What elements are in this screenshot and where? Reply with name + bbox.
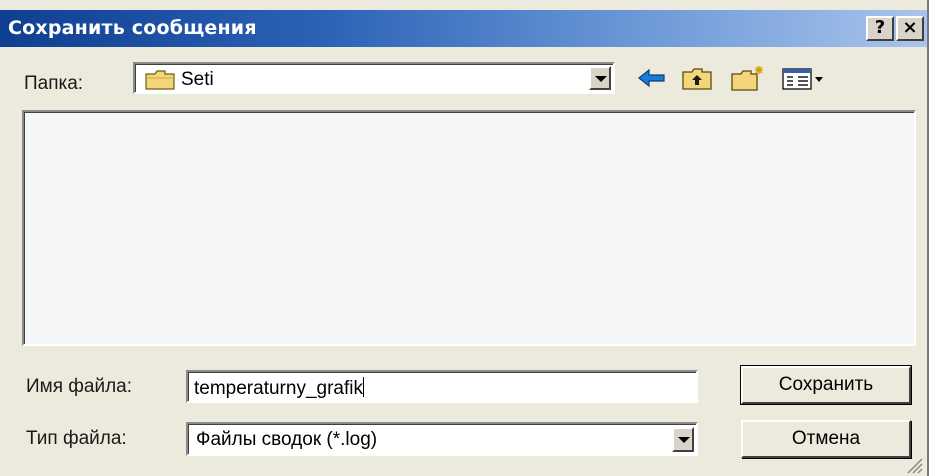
filetype-label: Тип файла: [26, 428, 127, 449]
cancel-button[interactable]: Отмена [741, 420, 911, 458]
current-folder-name: Seti [181, 69, 214, 90]
chevron-down-icon[interactable] [672, 427, 694, 452]
up-one-level-icon[interactable] [681, 64, 713, 92]
save-button[interactable]: Сохранить [740, 365, 912, 405]
filetype-value: Файлы сводок (*.log) [196, 429, 378, 450]
filename-label: Имя файла: [26, 376, 133, 397]
new-folder-icon[interactable] [730, 64, 766, 92]
filename-input[interactable]: temperaturny_grafik [186, 370, 698, 403]
close-button[interactable]: × [896, 16, 924, 41]
folder-icon [145, 70, 175, 90]
dialog-title: Сохранить сообщения [8, 17, 257, 39]
folder-dropdown[interactable]: Seti [133, 62, 615, 94]
view-menu-icon[interactable] [781, 64, 825, 92]
filename-value: temperaturny_grafik [194, 378, 363, 399]
save-messages-dialog: Сохранить сообщения ? × Папка: Seti Имя … [0, 0, 929, 476]
file-list[interactable] [22, 110, 916, 346]
folder-label: Папка: [24, 73, 84, 94]
title-bar[interactable]: Сохранить сообщения ? × [0, 10, 927, 47]
back-arrow-icon[interactable] [636, 64, 668, 92]
filetype-dropdown[interactable]: Файлы сводок (*.log) [186, 422, 698, 456]
text-caret [362, 377, 364, 397]
chevron-down-icon[interactable] [589, 66, 611, 90]
help-button[interactable]: ? [866, 16, 894, 41]
resize-grip-icon[interactable] [903, 454, 923, 474]
